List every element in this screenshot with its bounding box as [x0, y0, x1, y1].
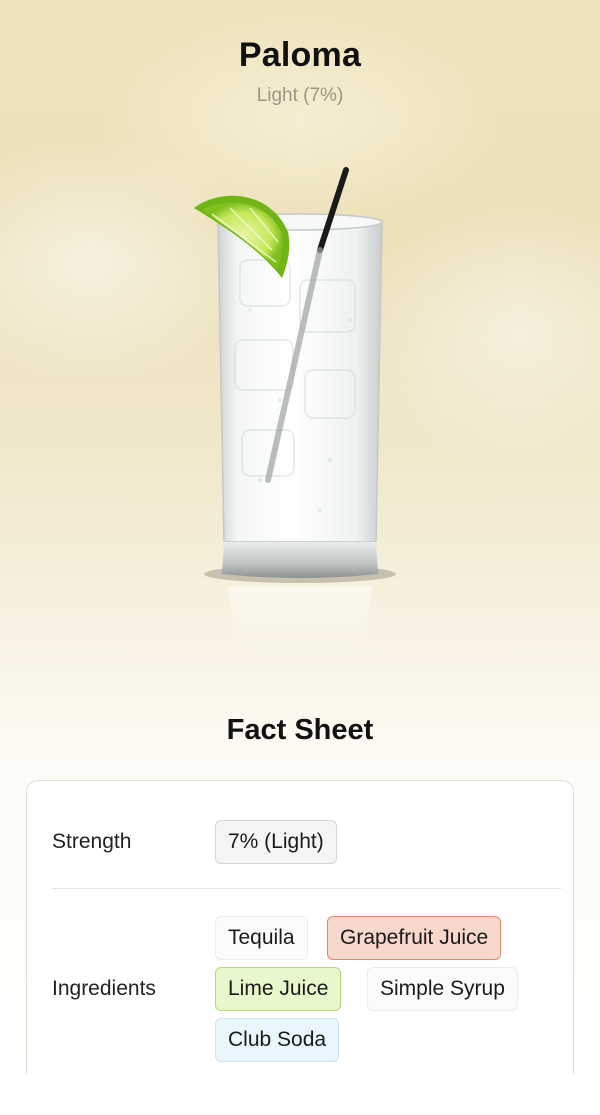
drink-strength-subtitle: Light (7%): [256, 85, 344, 106]
fact-sheet-title: Fact Sheet: [226, 714, 374, 746]
ingredient-chip-lime-juice[interactable]: Lime Juice: [215, 967, 342, 1011]
fact-sheet-card: Strength 7% (Light) Ingredients Tequila …: [26, 780, 574, 1100]
ingredient-chip-grapefruit-juice[interactable]: Grapefruit Juice: [327, 916, 502, 960]
ingredient-chip-club-soda[interactable]: Club Soda: [215, 1018, 340, 1062]
strength-label: Strength: [52, 830, 132, 853]
bottom-fade: [0, 1074, 600, 1115]
strength-value-chip: 7% (Light): [215, 820, 337, 864]
divider: [52, 888, 561, 889]
drink-title: Paloma: [238, 36, 362, 74]
ingredient-chip-tequila[interactable]: Tequila: [215, 916, 308, 960]
ingredients-label: Ingredients: [52, 977, 156, 1000]
header: Paloma Light (7%): [0, 36, 600, 107]
drink-image: [150, 150, 450, 670]
highball-glass-icon: [194, 167, 396, 650]
ingredient-chip-simple-syrup[interactable]: Simple Syrup: [367, 967, 518, 1011]
